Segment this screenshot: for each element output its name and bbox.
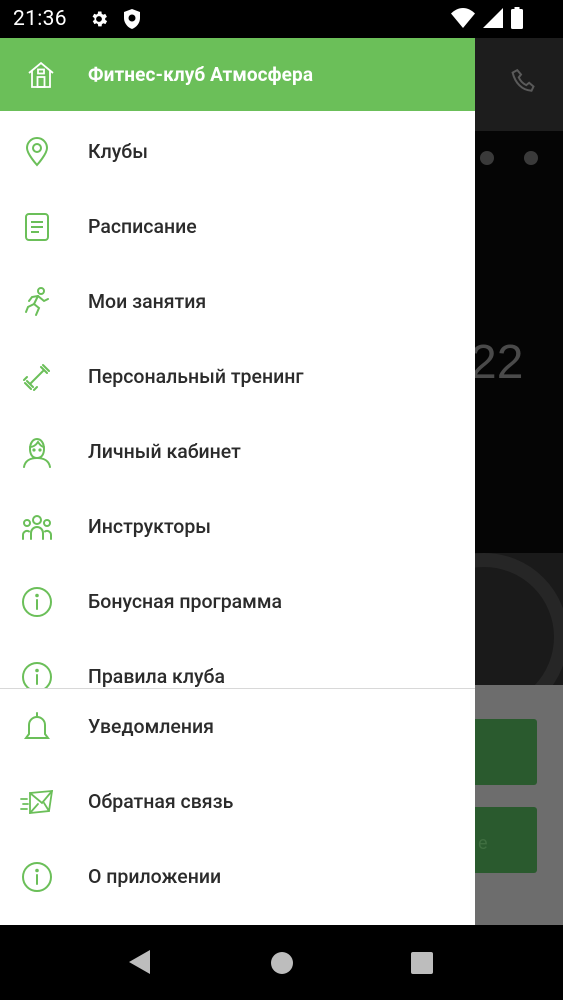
menu-item-bonus-program[interactable]: Бонусная программа bbox=[0, 564, 475, 639]
bell-icon bbox=[20, 711, 54, 743]
menu-item-label: Инструкторы bbox=[88, 515, 211, 538]
menu-item-account[interactable]: Личный кабинет bbox=[0, 414, 475, 489]
menu-item-about[interactable]: О приложении bbox=[0, 839, 475, 914]
carousel-dots bbox=[480, 151, 538, 165]
banner-text: 22 bbox=[470, 336, 524, 389]
mail-icon bbox=[20, 789, 54, 815]
info-icon bbox=[20, 661, 54, 688]
menu-item-label: Бонусная программа bbox=[88, 590, 282, 613]
person-icon bbox=[20, 436, 54, 468]
drawer-bottom-menu: Уведомления Обратная связь О приложении bbox=[0, 689, 475, 914]
info-icon bbox=[20, 861, 54, 893]
recents-icon[interactable] bbox=[410, 951, 434, 979]
status-bar: 21:36 bbox=[0, 0, 563, 38]
menu-item-label: Обратная связь bbox=[88, 790, 234, 813]
menu-item-feedback[interactable]: Обратная связь bbox=[0, 764, 475, 839]
runner-icon bbox=[20, 286, 54, 318]
group-icon bbox=[20, 513, 54, 541]
menu-item-notifications[interactable]: Уведомления bbox=[0, 689, 475, 764]
battery-icon bbox=[511, 7, 523, 29]
dumbbell-icon bbox=[20, 362, 54, 392]
navigation-drawer: Фитнес-клуб Атмосфера Клубы Расписание М… bbox=[0, 38, 475, 925]
status-time: 21:36 bbox=[13, 7, 67, 31]
signal-icon bbox=[483, 8, 503, 28]
menu-item-label: Расписание bbox=[88, 215, 197, 238]
menu-item-personal-training[interactable]: Персональный тренинг bbox=[0, 339, 475, 414]
drawer-title: Фитнес-клуб Атмосфера bbox=[88, 63, 314, 86]
menu-item-clubs[interactable]: Клубы bbox=[0, 114, 475, 189]
background-button[interactable] bbox=[470, 719, 537, 785]
menu-item-club-rules[interactable]: Правила клуба bbox=[0, 639, 475, 688]
menu-item-label: Личный кабинет bbox=[88, 440, 241, 463]
drawer-header[interactable]: Фитнес-клуб Атмосфера bbox=[0, 38, 475, 111]
menu-item-label: Правила клуба bbox=[88, 665, 226, 688]
shield-icon bbox=[123, 9, 141, 29]
menu-item-label: Клубы bbox=[88, 140, 148, 163]
info-icon bbox=[20, 586, 54, 618]
background-button-text: е bbox=[478, 833, 488, 854]
location-pin-icon bbox=[20, 136, 54, 167]
menu-item-instructors[interactable]: Инструкторы bbox=[0, 489, 475, 564]
phone-icon[interactable] bbox=[509, 66, 539, 102]
wifi-icon bbox=[451, 8, 475, 28]
home-circle-icon[interactable] bbox=[270, 951, 294, 979]
menu-item-label: Уведомления bbox=[88, 715, 214, 738]
document-icon bbox=[20, 212, 54, 242]
menu-item-schedule[interactable]: Расписание bbox=[0, 189, 475, 264]
home-icon bbox=[22, 60, 60, 90]
settings-icon bbox=[89, 9, 109, 29]
system-navigation-bar bbox=[0, 925, 563, 1000]
menu-item-label: О приложении bbox=[88, 865, 222, 888]
back-icon[interactable] bbox=[128, 949, 152, 979]
drawer-menu-list[interactable]: Клубы Расписание Мои занятия Персональны… bbox=[0, 111, 475, 688]
menu-item-label: Мои занятия bbox=[88, 290, 207, 313]
menu-item-my-classes[interactable]: Мои занятия bbox=[0, 264, 475, 339]
menu-item-label: Персональный тренинг bbox=[88, 365, 304, 388]
